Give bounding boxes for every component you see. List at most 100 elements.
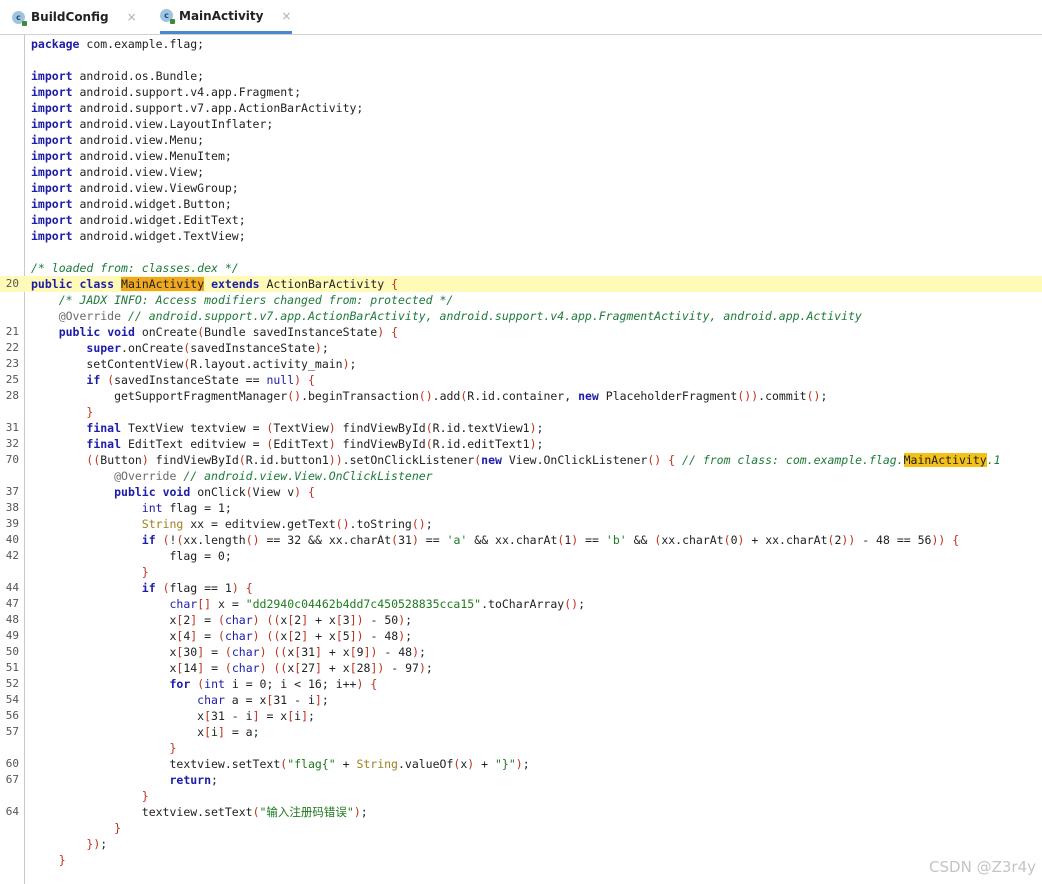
code-text: import android.view.LayoutInflater; bbox=[31, 117, 274, 131]
code-text: import android.widget.Button; bbox=[31, 197, 232, 211]
code-line[interactable]: 23 setContentView(R.layout.activity_main… bbox=[0, 356, 1042, 372]
code-line[interactable]: 48 x[2] = (char) ((x[2] + x[3]) - 50); bbox=[0, 612, 1042, 628]
code-line[interactable]: import android.os.Bundle; bbox=[0, 68, 1042, 84]
code-line[interactable]: 25 if (savedInstanceState == null) { bbox=[0, 372, 1042, 388]
code-text: import android.os.Bundle; bbox=[31, 69, 205, 83]
code-text: import android.view.Menu; bbox=[31, 133, 205, 147]
code-text: if (flag == 1) { bbox=[141, 581, 253, 595]
code-line[interactable]: import android.support.v7.app.ActionBarA… bbox=[0, 100, 1042, 116]
code-editor[interactable]: package com.example.flag; import android.… bbox=[0, 35, 1042, 884]
code-line[interactable]: } bbox=[0, 852, 1042, 868]
line-number: 42 bbox=[5, 549, 19, 562]
code-line[interactable]: @Override // android.support.v7.app.Acti… bbox=[0, 308, 1042, 324]
tab-buildconfig[interactable]: c BuildConfig × bbox=[12, 0, 137, 34]
code-text: final EditText editview = (EditText) fin… bbox=[86, 437, 544, 451]
code-line[interactable]: 57 x[i] = a; bbox=[0, 724, 1042, 740]
code-text: x[4] = (char) ((x[2] + x[5]) - 48); bbox=[31, 629, 413, 643]
code-text: if (savedInstanceState == null) { bbox=[86, 373, 315, 387]
code-line[interactable]: import android.widget.TextView; bbox=[0, 228, 1042, 244]
code-line[interactable]: import android.view.ViewGroup; bbox=[0, 180, 1042, 196]
line-number: 64 bbox=[5, 805, 19, 818]
code-line[interactable]: 32 final EditText editview = (EditText) … bbox=[0, 436, 1042, 452]
code-line[interactable]: 39 String xx = editview.getText().toStri… bbox=[0, 516, 1042, 532]
line-number: 25 bbox=[5, 373, 19, 386]
line-number: 51 bbox=[5, 661, 19, 674]
code-line[interactable]: 20 public class MainActivity extends Acti… bbox=[0, 276, 1042, 292]
code-text: import android.view.ViewGroup; bbox=[31, 181, 239, 195]
code-line[interactable]: import android.view.MenuItem; bbox=[0, 148, 1042, 164]
close-icon[interactable]: × bbox=[127, 10, 137, 24]
line-number: 67 bbox=[5, 773, 19, 786]
code-line[interactable]: 51 x[14] = (char) ((x[27] + x[28]) - 97)… bbox=[0, 660, 1042, 676]
code-line[interactable]: /* loaded from: classes.dex */ bbox=[0, 260, 1042, 276]
close-icon[interactable]: × bbox=[281, 9, 291, 23]
code-line[interactable]: 64 textview.setText("输入注册码错误"); bbox=[0, 804, 1042, 820]
code-line[interactable]: 37 public void onClick(View v) { bbox=[0, 484, 1042, 500]
line-number: 56 bbox=[5, 709, 19, 722]
code-text: import android.widget.TextView; bbox=[31, 229, 246, 243]
code-text: ((Button) findViewById(R.id.button1)).se… bbox=[86, 453, 1001, 467]
code-line[interactable]: }); bbox=[0, 836, 1042, 852]
code-line[interactable]: 54 char a = x[31 - i]; bbox=[0, 692, 1042, 708]
line-number: 57 bbox=[5, 725, 19, 738]
code-text: } bbox=[141, 789, 149, 803]
code-text: } bbox=[86, 405, 94, 419]
code-text: x[31 - i] = x[i]; bbox=[31, 709, 315, 723]
code-line[interactable]: 60 textview.setText("flag{" + String.val… bbox=[0, 756, 1042, 772]
code-line[interactable] bbox=[0, 52, 1042, 68]
line-number: 37 bbox=[5, 485, 19, 498]
code-text: flag = 0; bbox=[31, 549, 232, 563]
code-line[interactable]: 31 final TextView textview = (TextView) … bbox=[0, 420, 1042, 436]
line-number: 48 bbox=[5, 613, 19, 626]
code-text: getSupportFragmentManager().beginTransac… bbox=[31, 389, 828, 403]
code-line[interactable]: 40 if (!(xx.length() == 32 && xx.charAt(… bbox=[0, 532, 1042, 548]
class-icon: c bbox=[160, 9, 175, 24]
code-text: import android.widget.EditText; bbox=[31, 213, 246, 227]
code-text: textview.setText("flag{" + String.valueO… bbox=[31, 757, 530, 771]
code-line[interactable]: } bbox=[0, 820, 1042, 836]
code-line[interactable]: import android.widget.EditText; bbox=[0, 212, 1042, 228]
code-line[interactable]: package com.example.flag; bbox=[0, 36, 1042, 52]
code-line[interactable]: 50 x[30] = (char) ((x[31] + x[9]) - 48); bbox=[0, 644, 1042, 660]
code-text: String xx = editview.getText().toString(… bbox=[141, 517, 433, 531]
code-line[interactable]: 70 ((Button) findViewById(R.id.button1))… bbox=[0, 452, 1042, 468]
code-line[interactable]: import android.view.Menu; bbox=[0, 132, 1042, 148]
code-text: public void onCreate(Bundle savedInstanc… bbox=[58, 325, 399, 339]
code-line[interactable] bbox=[0, 244, 1042, 260]
code-line[interactable]: import android.support.v4.app.Fragment; bbox=[0, 84, 1042, 100]
code-text: x[30] = (char) ((x[31] + x[9]) - 48); bbox=[31, 645, 426, 659]
code-line[interactable]: import android.widget.Button; bbox=[0, 196, 1042, 212]
code-line[interactable]: 28 getSupportFragmentManager().beginTran… bbox=[0, 388, 1042, 404]
code-line[interactable]: import android.view.LayoutInflater; bbox=[0, 116, 1042, 132]
code-line[interactable]: 22 super.onCreate(savedInstanceState); bbox=[0, 340, 1042, 356]
code-text: setContentView(R.layout.activity_main); bbox=[31, 357, 357, 371]
code-line[interactable]: 44 if (flag == 1) { bbox=[0, 580, 1042, 596]
code-line[interactable]: } bbox=[0, 564, 1042, 580]
code-text: import android.support.v4.app.Fragment; bbox=[31, 85, 302, 99]
code-line[interactable]: } bbox=[0, 788, 1042, 804]
tab-mainactivity[interactable]: c MainActivity × bbox=[160, 0, 292, 34]
code-line[interactable]: /* JADX INFO: Access modifiers changed f… bbox=[0, 292, 1042, 308]
code-line[interactable]: 49 x[4] = (char) ((x[2] + x[5]) - 48); bbox=[0, 628, 1042, 644]
code-line[interactable]: @Override // android.view.View.OnClickLi… bbox=[0, 468, 1042, 484]
code-line[interactable]: 47 char[] x = "dd2940c04462b4dd7c4505288… bbox=[0, 596, 1042, 612]
code-line[interactable]: 38 int flag = 1; bbox=[0, 500, 1042, 516]
code-line[interactable]: } bbox=[0, 740, 1042, 756]
code-line[interactable]: 56 x[31 - i] = x[i]; bbox=[0, 708, 1042, 724]
code-line[interactable]: } bbox=[0, 404, 1042, 420]
code-text: super.onCreate(savedInstanceState); bbox=[86, 341, 329, 355]
code-text: textview.setText("输入注册码错误"); bbox=[31, 805, 368, 819]
line-number: 40 bbox=[5, 533, 19, 546]
code-text: import android.support.v7.app.ActionBarA… bbox=[31, 101, 364, 115]
code-line[interactable]: import android.view.View; bbox=[0, 164, 1042, 180]
line-number: 38 bbox=[5, 501, 19, 514]
code-line[interactable]: 52 for (int i = 0; i < 16; i++) { bbox=[0, 676, 1042, 692]
code-line[interactable]: 67 return; bbox=[0, 772, 1042, 788]
code-line[interactable]: 42 flag = 0; bbox=[0, 548, 1042, 564]
code-text: int flag = 1; bbox=[141, 501, 232, 515]
tab-label: BuildConfig bbox=[31, 10, 109, 24]
code-text: x[2] = (char) ((x[2] + x[3]) - 50); bbox=[31, 613, 413, 627]
code-line[interactable]: 21 public void onCreate(Bundle savedInst… bbox=[0, 324, 1042, 340]
code-text: return; bbox=[169, 773, 218, 787]
line-number: 22 bbox=[5, 341, 19, 354]
